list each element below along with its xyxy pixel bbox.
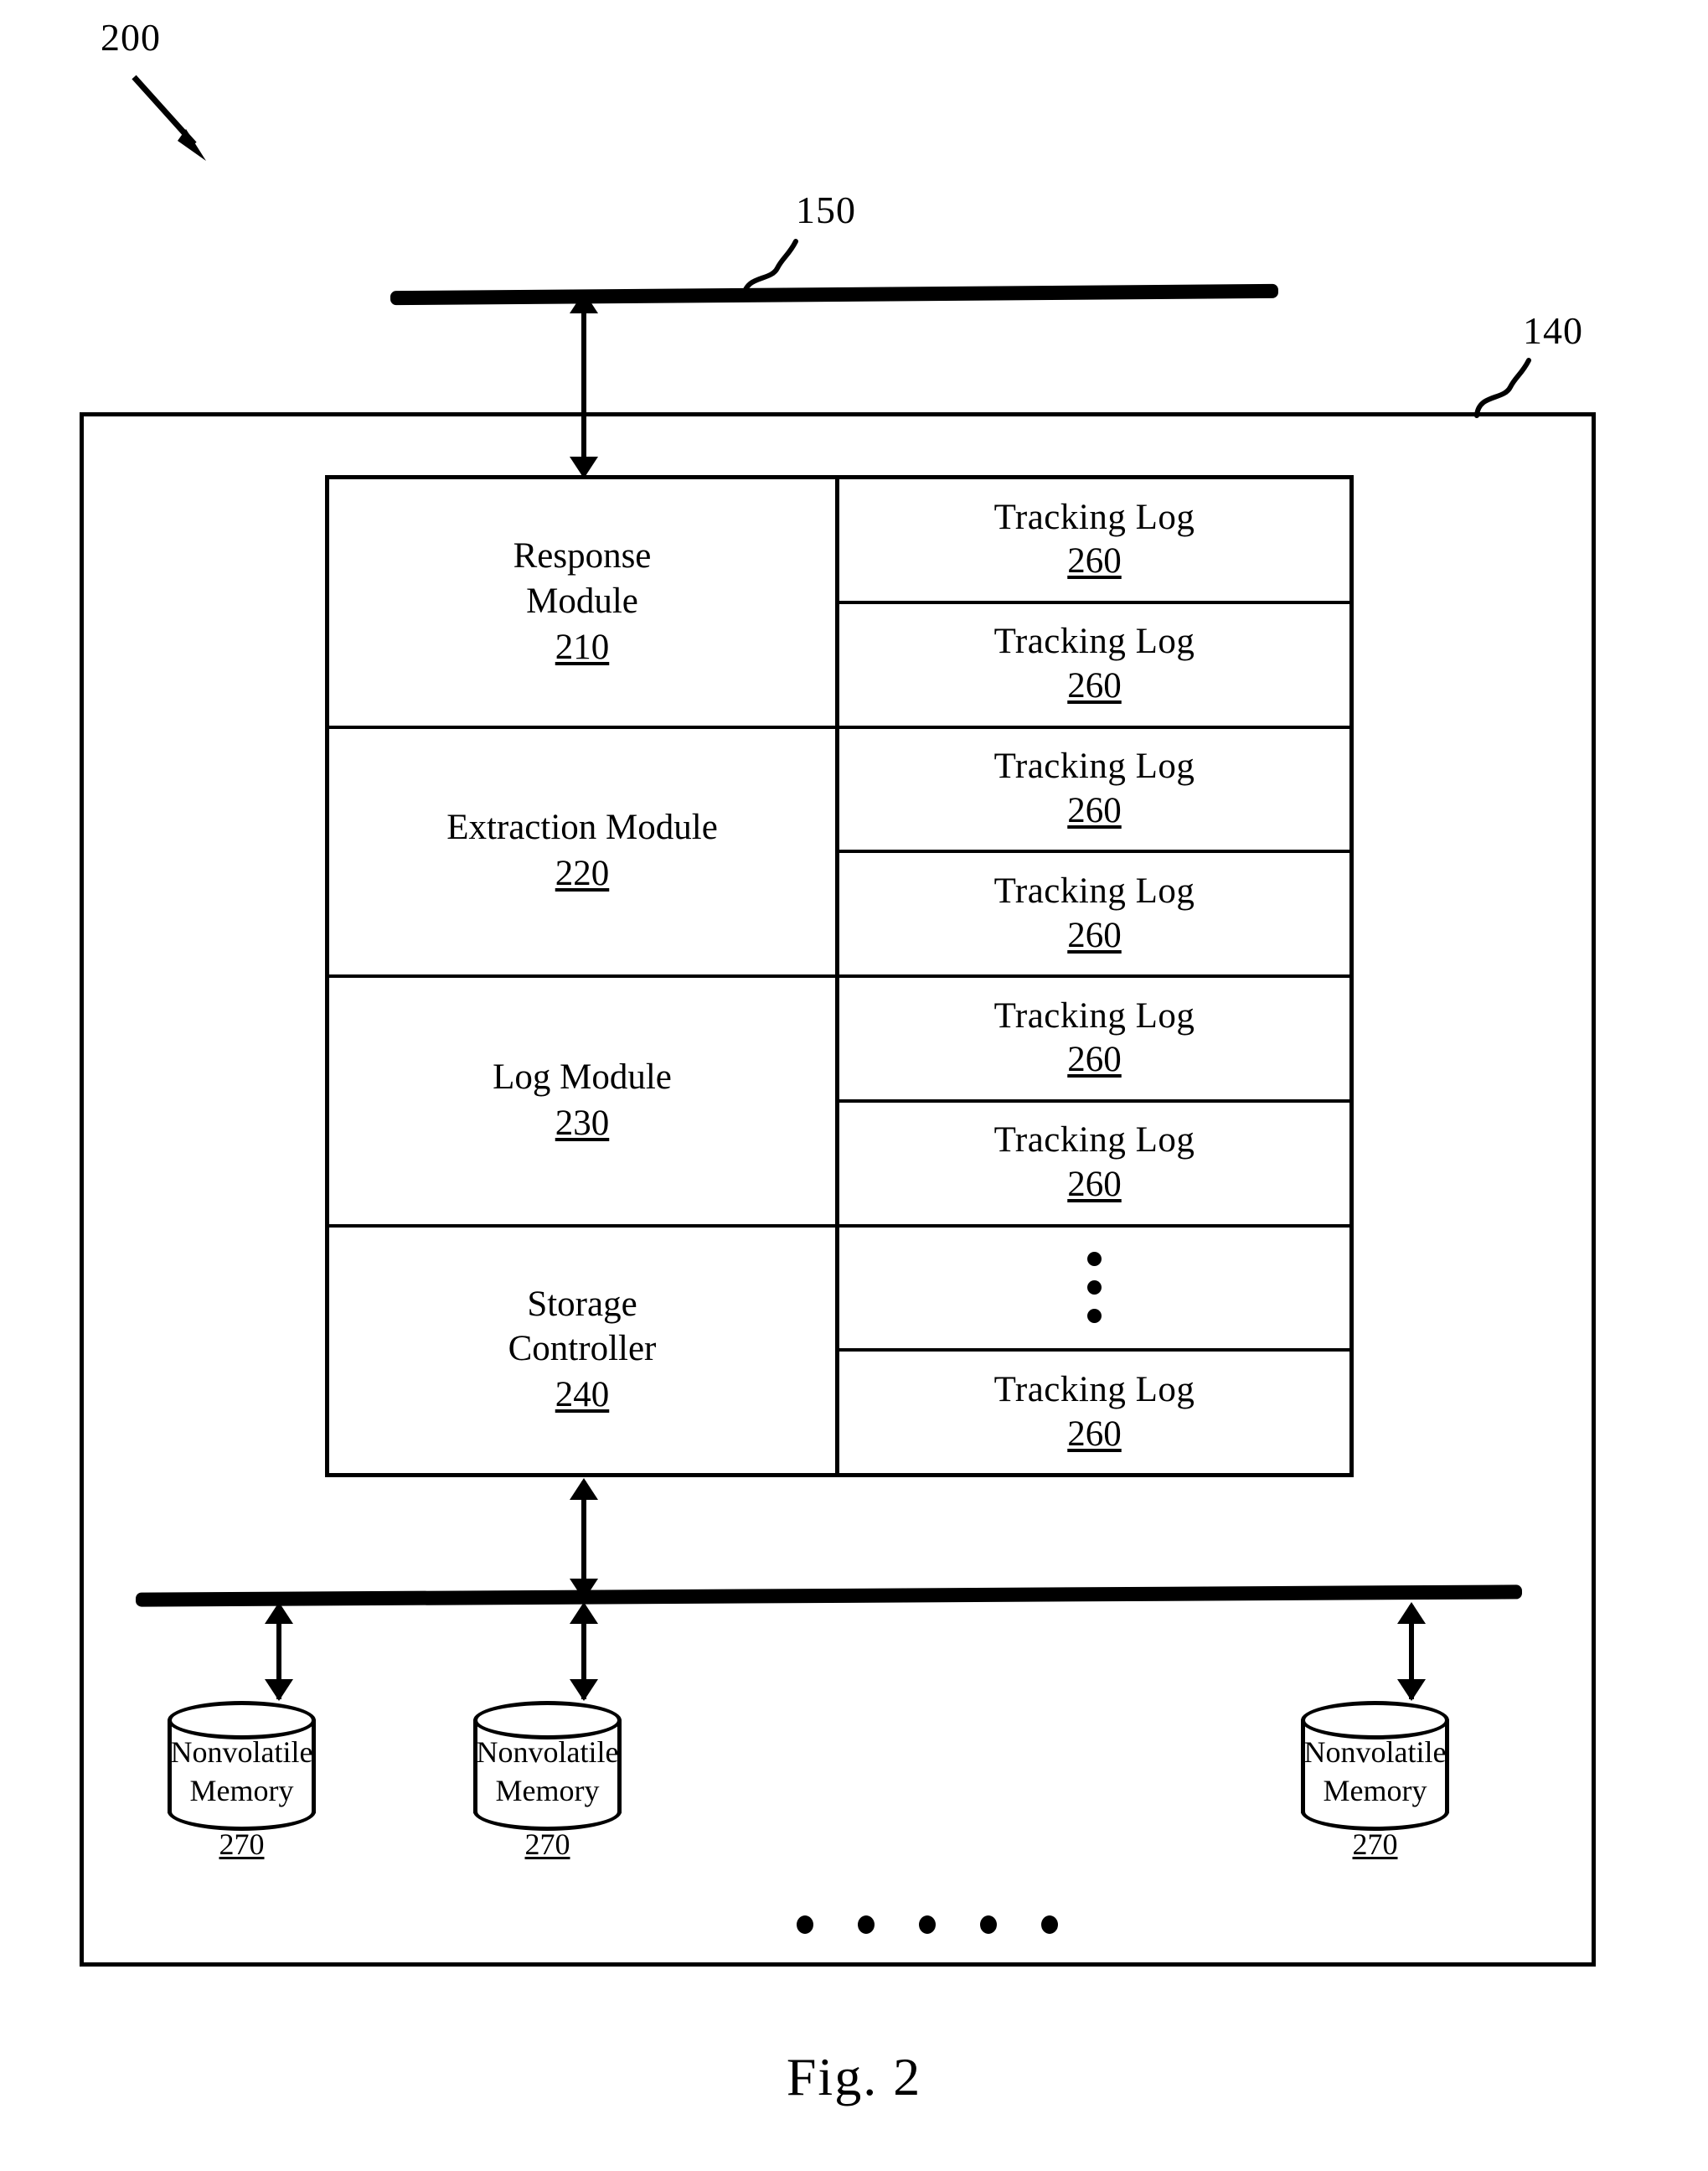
- tracking-log-cell[interactable]: Tracking Log 260: [839, 729, 1349, 854]
- ellipsis-dot: [858, 1915, 875, 1934]
- numeral-140-leader: [1474, 358, 1531, 418]
- tracking-log-cell[interactable]: Tracking Log 260: [839, 479, 1349, 604]
- tracking-log-cell[interactable]: Tracking Log 260: [839, 1352, 1349, 1473]
- figure-caption: Fig. 2: [786, 2047, 922, 2106]
- nonvolatile-memory-cylinder[interactable]: Nonvolatile Memory 270: [1301, 1701, 1449, 1861]
- tracking-log-numeral: 260: [1067, 1165, 1122, 1205]
- module-column: Response Module 210 Extraction Module 22…: [329, 479, 839, 1473]
- numeral-140: 140: [1523, 309, 1583, 352]
- tracking-log-numeral: 260: [1067, 541, 1122, 582]
- module-title: Extraction Module: [446, 808, 718, 848]
- memory-horizontal-ellipsis-icon: [797, 1915, 1058, 1934]
- bus-to-memory-n-arrow-head-up: [1397, 1602, 1426, 1624]
- bus-to-modules-arrow-head-up: [570, 292, 598, 313]
- numeral-200: 200: [101, 16, 161, 59]
- module-numeral: 240: [555, 1375, 610, 1415]
- tracking-log-numeral: 260: [1067, 915, 1122, 955]
- module-cell-extraction-module[interactable]: Extraction Module 220: [329, 729, 835, 978]
- bus-to-memory-1-arrow-head-up: [265, 1602, 293, 1624]
- bus-to-memory-1-arrow-head-down: [265, 1679, 293, 1701]
- ellipsis-dot: [797, 1915, 813, 1934]
- tracking-log-title: Tracking Log: [993, 1120, 1195, 1160]
- module-cell-log-module[interactable]: Log Module 230: [329, 978, 835, 1228]
- memory-numeral: 270: [524, 1827, 570, 1861]
- tracking-log-numeral: 260: [1067, 1414, 1122, 1454]
- module-title: Log Module: [493, 1057, 672, 1097]
- module-title: Storage Controller: [508, 1284, 657, 1369]
- module-numeral: 230: [555, 1103, 610, 1143]
- tracking-log-numeral: 260: [1067, 1040, 1122, 1080]
- memory-numeral: 270: [1352, 1827, 1398, 1861]
- nonvolatile-memory-cylinder[interactable]: Nonvolatile Memory 270: [168, 1701, 316, 1861]
- modules-to-storage-bus-arrow-head-up: [570, 1478, 598, 1500]
- memory-label: Nonvolatile Memory: [170, 1735, 313, 1808]
- ellipsis-dot: [1087, 1252, 1102, 1267]
- bus-to-memory-2-arrow-head-down: [570, 1679, 598, 1701]
- ellipsis-dot: [980, 1915, 997, 1934]
- tracking-log-title: Tracking Log: [993, 1369, 1195, 1409]
- bus-to-memory-2-arrow-head-up: [570, 1602, 598, 1624]
- ellipsis-dot: [1041, 1915, 1058, 1934]
- numeral-200-leader-arrow: [132, 75, 206, 161]
- module-numeral: 210: [555, 627, 610, 667]
- memory-label: Nonvolatile Memory: [1303, 1735, 1447, 1808]
- ellipsis-dot: [1087, 1309, 1102, 1324]
- controller-module-grid: Response Module 210 Extraction Module 22…: [325, 475, 1354, 1477]
- memory-numeral: 270: [219, 1827, 265, 1861]
- tracking-log-title: Tracking Log: [993, 871, 1195, 911]
- bus-to-memory-n-arrow-head-down: [1397, 1679, 1426, 1701]
- tracking-log-cell[interactable]: Tracking Log 260: [839, 1103, 1349, 1228]
- module-cell-storage-controller[interactable]: Storage Controller 240: [329, 1228, 835, 1474]
- module-title: Response Module: [513, 536, 652, 621]
- tracking-log-title: Tracking Log: [993, 497, 1195, 537]
- tracking-log-vertical-ellipsis-icon: [839, 1228, 1349, 1352]
- bus-to-modules-arrow-line: [581, 295, 586, 478]
- memory-label: Nonvolatile Memory: [476, 1735, 619, 1808]
- module-numeral: 220: [555, 854, 610, 894]
- figure-canvas: 200 150 140 Response Module 210 Extracti…: [0, 0, 1708, 2171]
- tracking-log-cell[interactable]: Tracking Log 260: [839, 604, 1349, 729]
- ellipsis-dot: [1087, 1280, 1102, 1295]
- module-cell-response-module[interactable]: Response Module 210: [329, 479, 835, 729]
- tracking-log-column: Tracking Log 260 Tracking Log 260 Tracki…: [839, 479, 1349, 1473]
- tracking-log-cell[interactable]: Tracking Log 260: [839, 853, 1349, 978]
- tracking-log-numeral: 260: [1067, 790, 1122, 830]
- numeral-150-leader: [741, 239, 798, 299]
- tracking-log-title: Tracking Log: [993, 747, 1195, 787]
- nonvolatile-memory-cylinder[interactable]: Nonvolatile Memory 270: [473, 1701, 622, 1861]
- tracking-log-title: Tracking Log: [993, 995, 1195, 1036]
- tracking-log-title: Tracking Log: [993, 622, 1195, 662]
- tracking-log-numeral: 260: [1067, 666, 1122, 706]
- numeral-150: 150: [796, 189, 856, 231]
- tracking-log-cell[interactable]: Tracking Log 260: [839, 978, 1349, 1103]
- ellipsis-dot: [919, 1915, 936, 1934]
